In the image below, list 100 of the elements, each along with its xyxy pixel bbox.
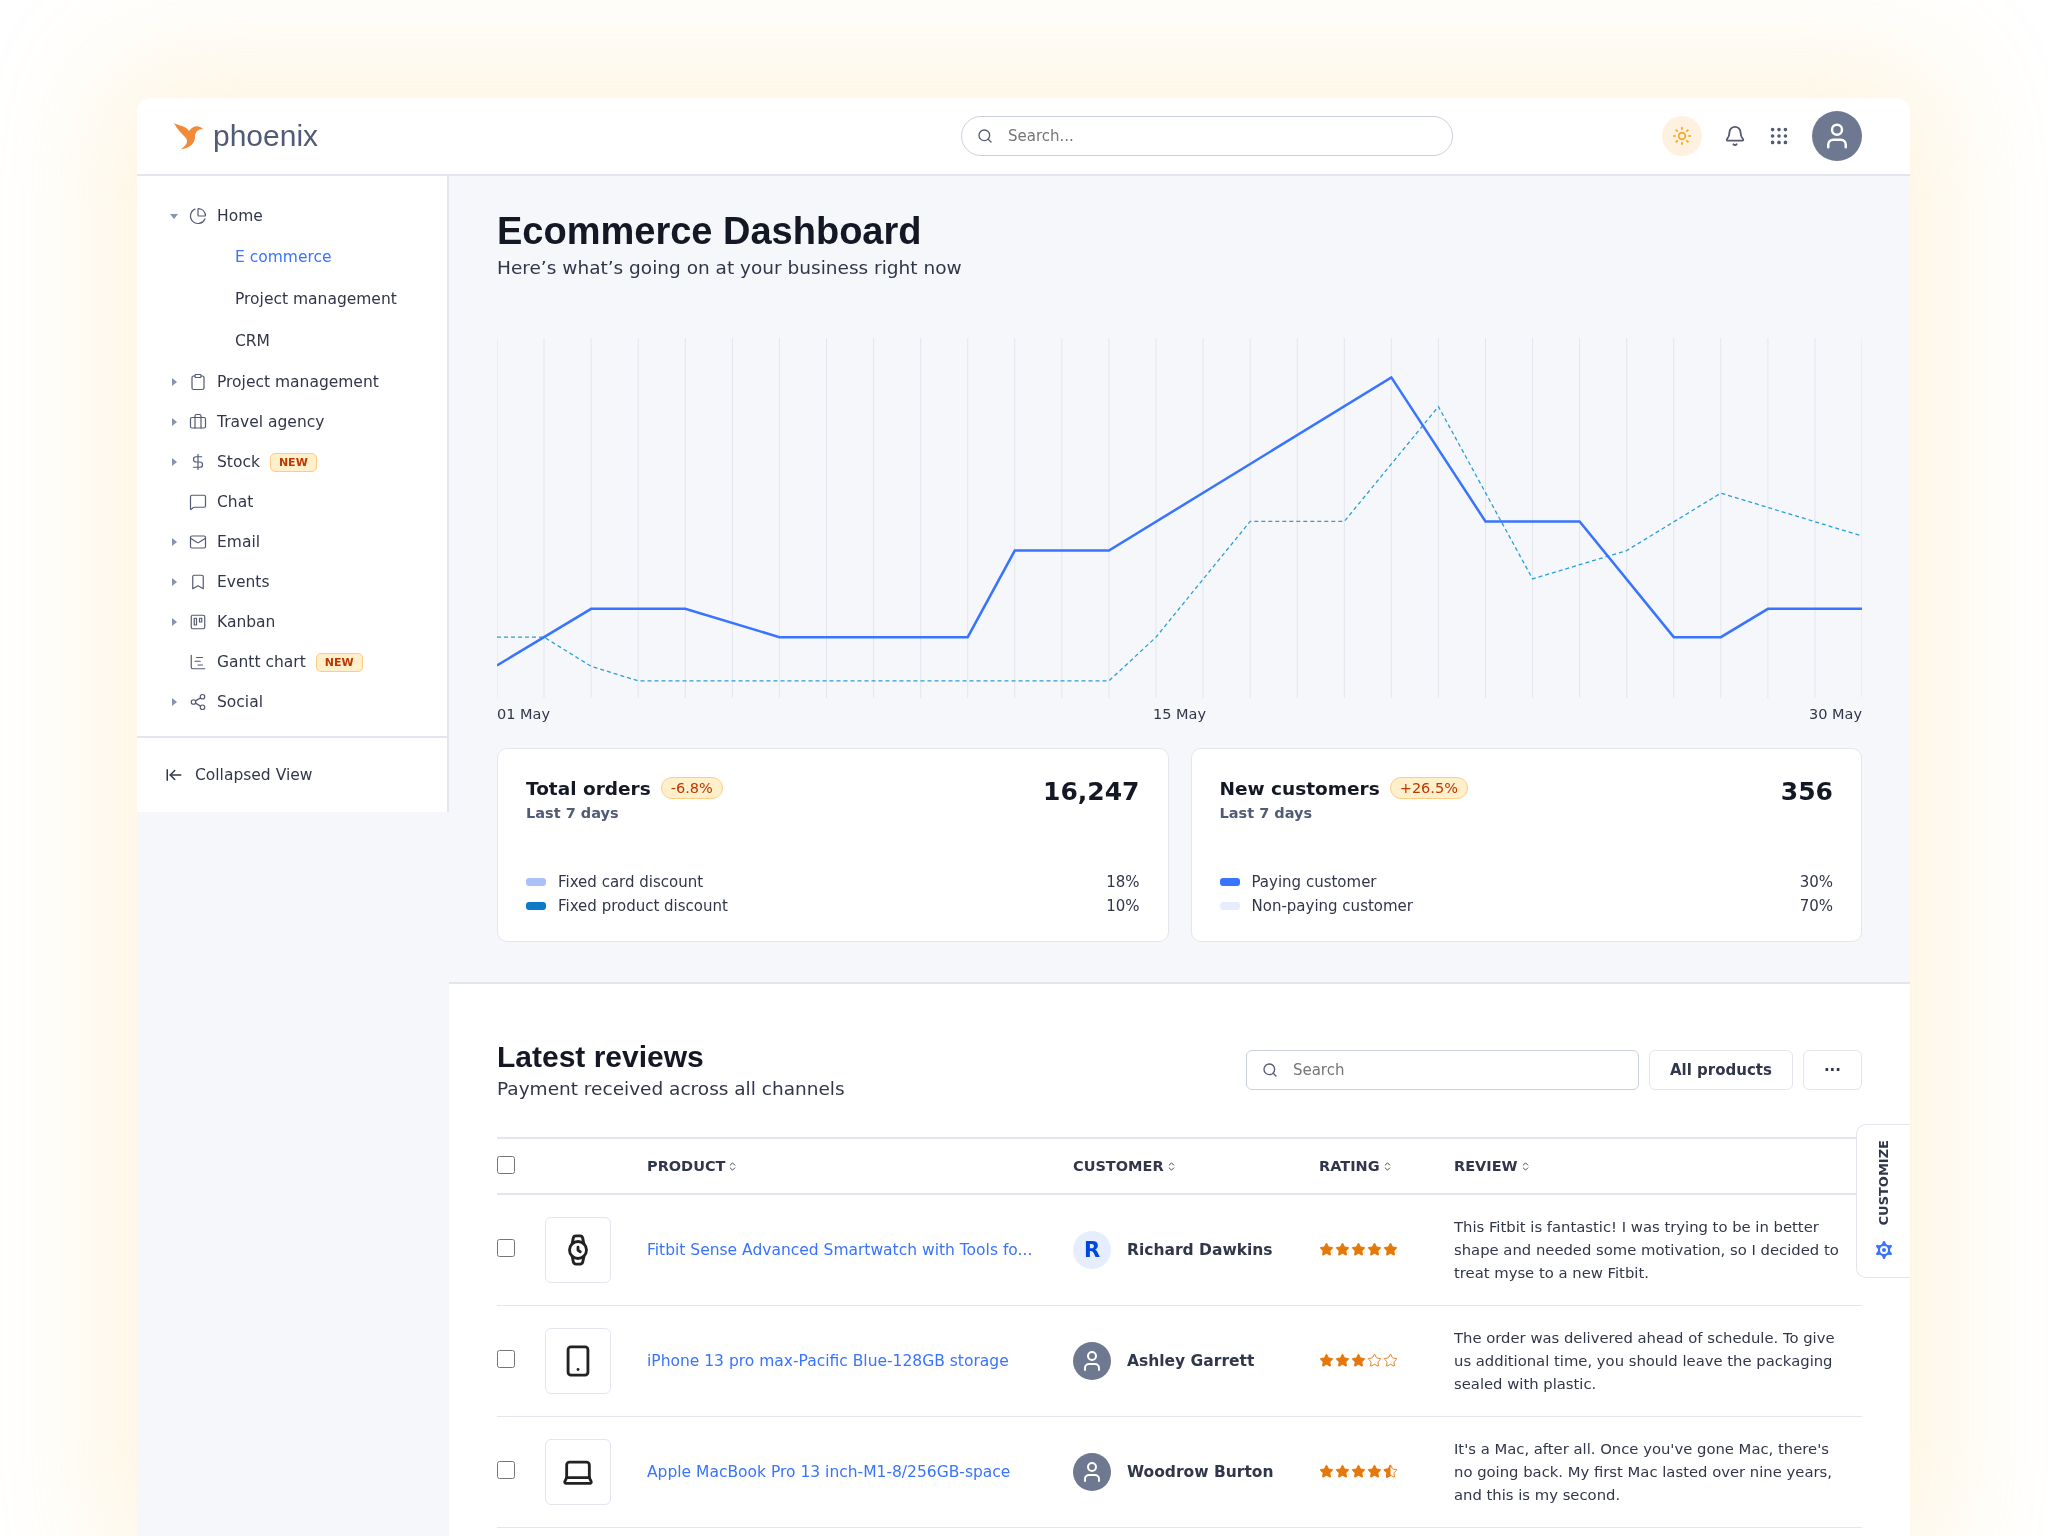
half-star-icon xyxy=(1383,1464,1398,1479)
star-icon xyxy=(1367,1242,1382,1258)
row-checkbox[interactable] xyxy=(497,1349,515,1368)
legend-label: Paying customer xyxy=(1251,873,1377,891)
nav-label: Email xyxy=(217,533,260,551)
nav-item[interactable]: Email xyxy=(169,524,447,560)
product-link[interactable]: iPhone 13 pro max-Pacific Blue-128GB storage xyxy=(647,1352,1009,1370)
axis-label: 30 May xyxy=(1808,706,1862,722)
nav-label: Home xyxy=(217,207,263,225)
mail-icon xyxy=(189,533,207,551)
period-label: Last 7 days xyxy=(526,805,620,821)
nav-subitem[interactable]: Project management xyxy=(169,280,447,318)
product-link[interactable]: Fitbit Sense Advanced Smartwatch with Tools fo... xyxy=(647,1241,1033,1260)
axis-label: 15 May xyxy=(1152,706,1206,722)
page-title: Ecommerce Dashboard xyxy=(497,210,923,253)
caret-icon xyxy=(170,212,178,220)
nav-label: Project management xyxy=(217,373,379,391)
section-subtitle: Payment received across all channels xyxy=(497,1078,845,1099)
nav-label: Travel agency xyxy=(217,413,325,431)
new-badge: NEW xyxy=(315,652,363,672)
stat-value: 356 xyxy=(1780,777,1833,806)
nav-label: Chat xyxy=(217,493,254,511)
user-avatar[interactable] xyxy=(1812,111,1862,161)
star-icon xyxy=(1367,1464,1382,1479)
caret-icon xyxy=(170,418,178,426)
nav-item[interactable]: Social xyxy=(169,684,447,720)
product-link[interactable]: Apple MacBook Pro 13 inch-M1-8/256GB-space xyxy=(647,1463,1011,1481)
logo-text: phoenix xyxy=(213,119,319,153)
sun-icon xyxy=(1672,126,1692,146)
row-checkbox[interactable] xyxy=(497,1238,515,1257)
customer-name: Woodrow Burton xyxy=(1127,1462,1274,1481)
review-search-field[interactable]: Search xyxy=(1245,1049,1639,1090)
star-icon xyxy=(1319,1353,1334,1368)
caret-icon xyxy=(170,698,178,706)
search-icon xyxy=(1261,1061,1278,1078)
empty-star-icon xyxy=(1383,1353,1398,1368)
legend-label: Non-paying customer xyxy=(1251,897,1413,915)
nav-label: Social xyxy=(217,693,263,711)
nav-item[interactable]: Project management xyxy=(169,364,447,400)
review-text: The order was delivered ahead of schedule. To give us additional time, you should leave the packaging sealed with plastic. xyxy=(1454,1328,1836,1394)
column-header[interactable]: RATING xyxy=(1319,1158,1393,1174)
nav-item[interactable]: Home xyxy=(169,198,447,234)
stat-value: 16,247 xyxy=(1043,777,1140,806)
review-text: It's a Mac, after all. Once you've gone Mac, there's no going back. My first Mac lasted over nine years, and this is my second. xyxy=(1454,1439,1833,1505)
column-header[interactable]: REVIEW xyxy=(1454,1158,1531,1174)
nav-subitem[interactable]: CRM xyxy=(169,322,447,360)
theme-toggle-button[interactable] xyxy=(1662,116,1702,156)
nav-label: Stock xyxy=(217,453,260,471)
legend-value: 30% xyxy=(1799,873,1833,891)
select-all-checkbox[interactable] xyxy=(497,1155,515,1174)
section-title: Latest reviews xyxy=(497,1040,705,1074)
nav-item[interactable]: Stock NEW xyxy=(169,444,447,480)
change-badge: -6.8% xyxy=(660,777,723,799)
column-header[interactable]: CUSTOMER xyxy=(1073,1158,1177,1174)
apps-grid-button[interactable] xyxy=(1768,125,1790,147)
notifications-button[interactable] xyxy=(1724,125,1746,147)
customize-tab[interactable]: CUSTOMIZE xyxy=(1856,1124,1910,1278)
chat-icon xyxy=(189,493,207,511)
customer-name: Ashley Garrett xyxy=(1127,1351,1255,1370)
page-subtitle: Here’s what’s going on at your business right now xyxy=(497,257,963,278)
nav-label: Kanban xyxy=(217,613,276,631)
share-icon xyxy=(189,693,207,711)
caret-icon xyxy=(170,458,178,466)
new-badge: NEW xyxy=(269,452,317,472)
search-field[interactable]: Search... xyxy=(961,116,1453,156)
nav-subitem[interactable]: E commerce xyxy=(169,238,447,276)
legend-label: Fixed card discount xyxy=(558,873,704,891)
star-icon xyxy=(1319,1464,1334,1479)
star-icon xyxy=(1335,1464,1350,1479)
legend-value: 70% xyxy=(1799,897,1833,915)
bookmark-icon xyxy=(189,573,207,591)
more-button[interactable]: ··· xyxy=(1802,1049,1862,1090)
customer-name: Richard Dawkins xyxy=(1127,1240,1273,1259)
card-title: New customers xyxy=(1219,777,1380,799)
initial-avatar: R xyxy=(1073,1230,1111,1269)
row-checkbox[interactable] xyxy=(497,1460,515,1479)
gantt-chart-icon xyxy=(189,653,207,671)
nav-item[interactable]: Kanban xyxy=(169,604,447,640)
change-badge: +26.5% xyxy=(1389,777,1468,799)
period-label: Last 7 days xyxy=(1219,805,1314,821)
product-filter-button[interactable]: All products xyxy=(1648,1049,1793,1090)
axis-label: 01 May xyxy=(497,706,551,722)
nav-item[interactable]: Events xyxy=(169,564,447,600)
caret-icon xyxy=(170,538,178,546)
legend-value: 10% xyxy=(1106,897,1140,915)
star-icon xyxy=(1335,1353,1350,1368)
nav-item[interactable]: Travel agency xyxy=(169,404,447,440)
nav-label: Events xyxy=(217,573,270,591)
star-icon xyxy=(1351,1242,1366,1258)
caret-icon xyxy=(170,618,178,626)
column-header[interactable]: PRODUCT xyxy=(647,1158,739,1174)
caret-icon xyxy=(170,578,178,586)
user-avatar xyxy=(1073,1452,1111,1491)
legend-label: Fixed product discount xyxy=(558,897,728,915)
nav-label: Gantt chart xyxy=(217,653,306,671)
caret-icon xyxy=(170,378,178,386)
nav-item[interactable]: Chat xyxy=(169,484,447,520)
nav-item[interactable]: Gantt chart NEW xyxy=(169,644,447,680)
briefcase-icon xyxy=(189,413,207,431)
collapse-icon xyxy=(165,766,183,784)
